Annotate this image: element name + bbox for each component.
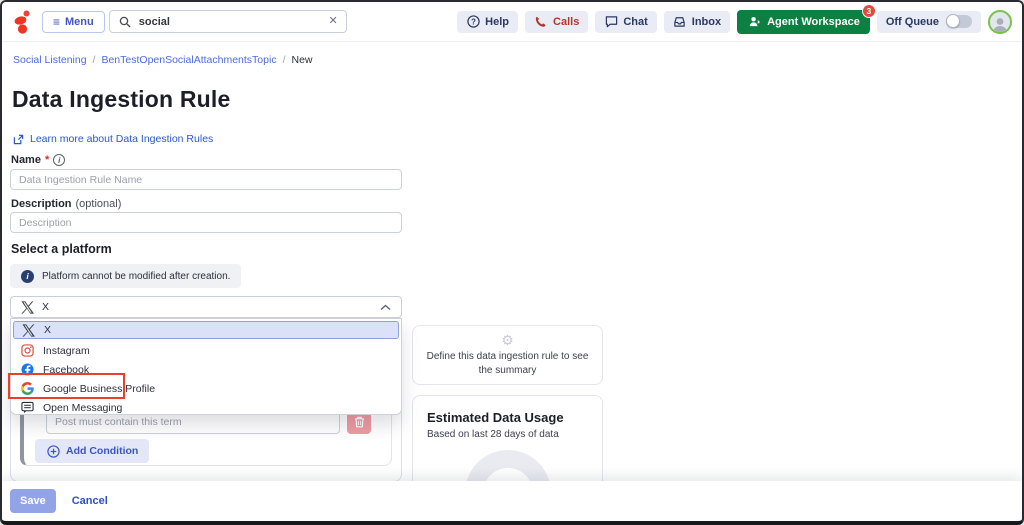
platform-option-google-business-profile[interactable]: Google Business Profile	[11, 379, 401, 398]
option-label: Open Messaging	[43, 402, 122, 414]
svg-text:?: ?	[471, 17, 476, 26]
name-input[interactable]	[10, 169, 402, 190]
toggle-knob	[946, 14, 960, 28]
learn-more-label: Learn more about Data Ingestion Rules	[30, 133, 213, 145]
off-queue-label: Off Queue	[886, 16, 939, 28]
breadcrumb-separator: /	[93, 54, 96, 66]
person-icon	[747, 15, 761, 29]
notification-badge: 3	[862, 4, 876, 18]
platform-notice-banner: i Platform cannot be modified after crea…	[10, 264, 241, 288]
top-actions: ? Help Calls Chat Inbox	[457, 10, 1012, 34]
summary-empty-text: Define this data ingestion rule to see t…	[423, 350, 593, 377]
inbox-label: Inbox	[692, 16, 721, 28]
hamburger-icon: ≡	[53, 16, 60, 28]
x-logo-icon	[21, 323, 35, 337]
platform-select[interactable]: X	[10, 296, 402, 318]
external-link-icon	[11, 132, 25, 146]
close-icon[interactable]: ✕	[329, 16, 338, 27]
global-search: ✕	[109, 10, 347, 33]
avatar[interactable]	[988, 10, 1012, 34]
breadcrumb-current: New	[292, 54, 313, 66]
option-label: X	[44, 324, 51, 336]
genesys-logo-icon	[12, 9, 32, 35]
save-button[interactable]: Save	[10, 489, 56, 513]
agent-workspace-button[interactable]: Agent Workspace 3	[737, 10, 870, 34]
usage-gauge	[448, 450, 568, 483]
help-label: Help	[485, 16, 509, 28]
page-title: Data Ingestion Rule	[12, 86, 231, 113]
open-messaging-icon	[20, 401, 34, 415]
phone-icon	[534, 15, 548, 29]
off-queue-control: Off Queue	[877, 11, 981, 33]
chat-icon	[604, 15, 618, 29]
platform-notice-text: Platform cannot be modified after creati…	[42, 271, 230, 282]
optional-suffix: (optional)	[76, 198, 122, 210]
off-queue-toggle[interactable]	[946, 15, 972, 28]
trash-icon	[354, 416, 365, 428]
inbox-button[interactable]: Inbox	[664, 11, 730, 33]
chat-label: Chat	[623, 16, 647, 28]
instagram-icon	[20, 344, 34, 358]
name-label: Name * i	[11, 154, 65, 166]
google-icon	[20, 382, 34, 396]
calls-label: Calls	[553, 16, 579, 28]
platform-option-x[interactable]: X	[13, 321, 399, 339]
calls-button[interactable]: Calls	[525, 11, 588, 33]
platform-heading: Select a platform	[11, 242, 112, 256]
platform-option-facebook[interactable]: Facebook	[11, 360, 401, 379]
platform-options-list: X Instagram Facebook Google Business Pro…	[10, 318, 402, 415]
facebook-icon	[20, 363, 34, 377]
inbox-icon	[673, 15, 687, 29]
search-input[interactable]	[139, 16, 322, 28]
help-button[interactable]: ? Help	[457, 11, 518, 33]
option-label: Google Business Profile	[43, 383, 155, 395]
option-label: Instagram	[43, 345, 90, 357]
agent-workspace-label: Agent Workspace	[767, 16, 860, 28]
estimated-data-usage-card: Estimated Data Usage Based on last 28 da…	[412, 395, 603, 483]
usage-title: Estimated Data Usage	[427, 410, 588, 425]
chat-button[interactable]: Chat	[595, 11, 656, 33]
chevron-up-icon	[378, 300, 392, 314]
cancel-button[interactable]: Cancel	[72, 495, 108, 507]
description-label-text: Description	[11, 198, 72, 210]
menu-button[interactable]: ≡ Menu	[42, 11, 105, 33]
name-label-text: Name	[11, 154, 41, 166]
breadcrumb: Social Listening / BenTestOpenSocialAtta…	[13, 54, 313, 66]
learn-more-link[interactable]: Learn more about Data Ingestion Rules	[11, 132, 213, 146]
platform-option-instagram[interactable]: Instagram	[11, 341, 401, 360]
platform-option-open-messaging[interactable]: Open Messaging	[11, 398, 401, 417]
help-icon: ?	[466, 15, 480, 29]
top-bar: ≡ Menu ✕ ? Help Calls	[2, 2, 1022, 42]
add-condition-button[interactable]: Add Condition	[35, 439, 149, 463]
gear-icon: ⚙	[501, 333, 514, 347]
plus-circle-icon	[46, 444, 60, 458]
footer-bar: Save Cancel	[2, 481, 1022, 521]
info-filled-icon: i	[21, 270, 34, 283]
breadcrumb-separator: /	[283, 54, 286, 66]
breadcrumb-topic[interactable]: BenTestOpenSocialAttachmentsTopic	[101, 54, 276, 66]
summary-empty-card: ⚙ Define this data ingestion rule to see…	[412, 325, 603, 385]
add-condition-label: Add Condition	[66, 445, 138, 457]
x-logo-icon	[20, 300, 34, 314]
search-icon	[118, 15, 132, 29]
menu-label: Menu	[65, 16, 94, 28]
description-label: Description (optional)	[11, 198, 121, 210]
usage-subtitle: Based on last 28 days of data	[427, 429, 588, 440]
platform-selected-label: X	[42, 301, 49, 313]
required-mark: *	[45, 154, 49, 166]
breadcrumb-social-listening[interactable]: Social Listening	[13, 54, 87, 66]
description-input[interactable]	[10, 212, 402, 233]
option-label: Facebook	[43, 364, 89, 376]
app-window: ≡ Menu ✕ ? Help Calls	[0, 0, 1024, 525]
info-icon: i	[53, 154, 65, 166]
